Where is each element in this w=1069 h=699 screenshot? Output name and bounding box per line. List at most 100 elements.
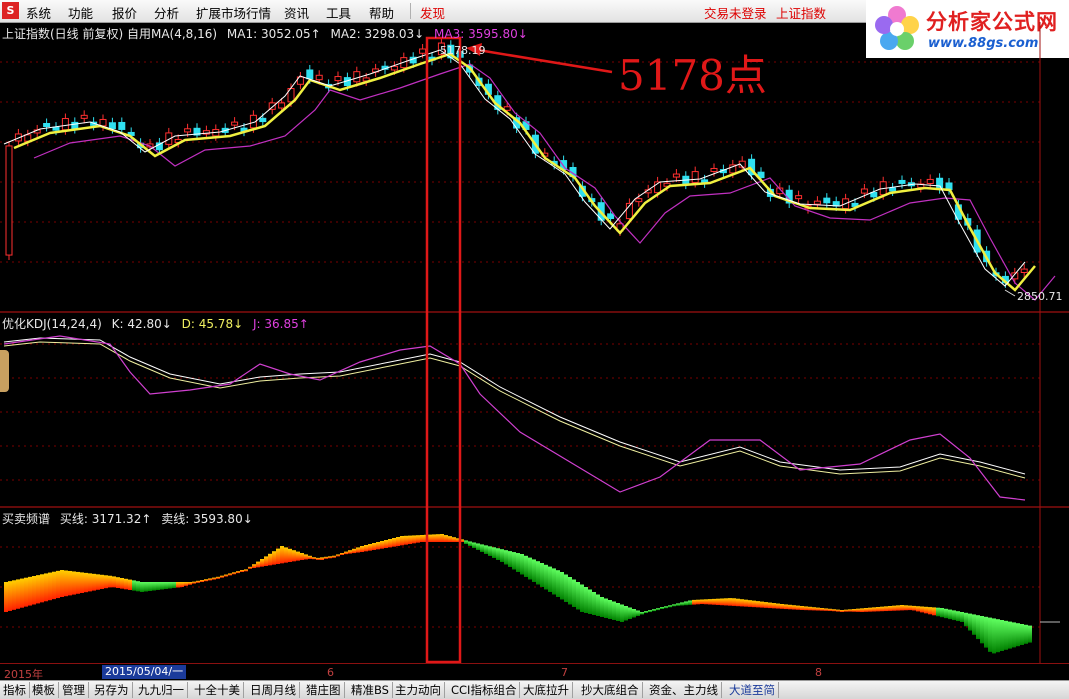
spectrum-bar xyxy=(276,548,280,564)
spectrum-bar xyxy=(520,554,524,575)
toolbar-formula-7[interactable]: CCI指标组合 xyxy=(448,682,521,698)
price-panel-legend: 上证指数(日线 前复权) 自用MA(4,8,16) MA1: 3052.05↑ … xyxy=(2,25,534,42)
toolbar-formula-8[interactable]: 大底拉升 xyxy=(520,682,573,698)
spectrum-bar xyxy=(284,547,288,563)
current-index-link[interactable]: 上证指数 xyxy=(776,3,826,22)
kdj-j-line xyxy=(3,335,1026,501)
spectrum-bar xyxy=(120,578,124,589)
annotation-text: 5178点 xyxy=(618,51,767,100)
candlestick xyxy=(52,126,60,131)
spectrum-bar xyxy=(212,577,216,580)
spectrum-bar xyxy=(612,601,616,620)
spectrum-bar xyxy=(40,574,44,603)
menu-item-discover[interactable]: 发现 xyxy=(420,3,445,22)
spectrum-bar xyxy=(4,582,8,612)
toolbar-formula-6[interactable]: 主力动向 xyxy=(392,682,445,698)
toolbar-indicator[interactable]: 指标 xyxy=(0,682,30,698)
spectrum-bar xyxy=(724,598,728,606)
menu-item-tools[interactable]: 工具 xyxy=(326,3,351,22)
spectrum-bar xyxy=(440,534,444,542)
spectrum-bar xyxy=(808,606,812,611)
spectrum-bar xyxy=(344,551,348,555)
spectrum-bar xyxy=(564,574,568,602)
menu-item-quote[interactable]: 报价 xyxy=(112,3,137,22)
spectrum-bar xyxy=(680,602,684,606)
spectrum-bar xyxy=(196,580,200,583)
spectrum-bar xyxy=(620,604,624,622)
kdj-chart[interactable] xyxy=(3,335,1026,501)
toolbar-formula-9[interactable]: 抄大底组合 xyxy=(578,682,643,698)
spectrum-bar xyxy=(884,606,888,612)
spectrum-bar xyxy=(580,584,584,612)
app-logo-icon[interactable]: S xyxy=(2,2,19,19)
spectrum-bar xyxy=(624,606,628,621)
candlestick xyxy=(80,114,88,119)
spectrum-bar xyxy=(360,546,364,552)
spectrum-bar xyxy=(944,608,948,619)
buy-line-value: 买线: 3171.32↑ xyxy=(59,512,152,526)
spectrum-bar xyxy=(888,606,892,611)
spectrum-bar xyxy=(1016,623,1020,647)
spectrum-bar xyxy=(448,536,452,542)
spectrum-bar xyxy=(392,538,396,547)
spectrum-bar xyxy=(1028,625,1032,643)
spectrum-bar xyxy=(72,571,76,595)
spectrum-bar xyxy=(148,582,152,591)
spectrum-bar xyxy=(268,553,272,566)
toolbar-formula-4[interactable]: 猎庄图 xyxy=(303,682,345,698)
menu-item-system[interactable]: 系统 xyxy=(26,3,51,22)
spectrum-bar xyxy=(992,618,996,654)
toolbar-formula-2[interactable]: 十全十美 xyxy=(191,682,244,698)
candlestick xyxy=(635,198,643,203)
spectrum-bar xyxy=(640,612,644,615)
spectrum-bar xyxy=(684,601,688,606)
toolbar-formula-5[interactable]: 精准BS xyxy=(348,682,393,698)
spectrum-bar xyxy=(988,617,992,652)
toolbar-manage[interactable]: 管理 xyxy=(59,682,89,698)
spectrum-bar xyxy=(452,537,456,542)
spectrum-bar xyxy=(1004,620,1008,650)
spectrum-bar xyxy=(432,534,436,542)
spectrum-bar xyxy=(952,610,956,621)
menu-item-news[interactable]: 资讯 xyxy=(284,3,309,22)
spectrum-panel-title: 买卖频谱 xyxy=(2,512,51,526)
menu-item-help[interactable]: 帮助 xyxy=(369,3,394,22)
spectrum-bar xyxy=(672,604,676,607)
toolbar-formula-11[interactable]: 大道至简 xyxy=(726,682,779,698)
spectrum-bar xyxy=(428,534,432,542)
date-cursor-label: 2015/05/04/一 xyxy=(102,665,187,679)
spectrum-bar xyxy=(748,600,752,607)
candlestick xyxy=(390,65,398,71)
spectrum-bar xyxy=(780,604,784,609)
spectrum-bar xyxy=(768,602,772,609)
spectrum-bar xyxy=(200,580,204,582)
spectrum-bar xyxy=(116,577,120,588)
spectrum-bar xyxy=(592,592,596,615)
menu-item-analysis[interactable]: 分析 xyxy=(154,3,179,22)
toolbar-formula-10[interactable]: 资金、主力线 xyxy=(646,682,722,698)
toolbar-formula-3[interactable]: 日周月线 xyxy=(247,682,300,698)
spectrum-bar xyxy=(464,540,468,544)
spectrum-bar xyxy=(220,575,224,578)
price-chart[interactable] xyxy=(3,38,1056,301)
kdj-k-value: K: 42.80↓ xyxy=(111,317,172,331)
candlestick xyxy=(419,48,427,54)
login-status[interactable]: 交易未登录 xyxy=(704,3,767,22)
spectrum-bar xyxy=(224,574,228,577)
spectrum-bar xyxy=(968,613,972,631)
toolbar-formula-1[interactable]: 九九归一 xyxy=(135,682,188,698)
toolbar-template[interactable]: 模板 xyxy=(29,682,59,698)
kdj-j-value: J: 36.85↑ xyxy=(252,317,309,331)
spectrum-bar xyxy=(636,610,640,616)
candlestick xyxy=(184,128,192,133)
spectrum-bar xyxy=(48,572,52,601)
spectrum-bar xyxy=(864,608,868,612)
sidebar-toggle-handle[interactable] xyxy=(0,350,9,392)
spectrum-bar xyxy=(776,603,780,609)
menu-item-function[interactable]: 功能 xyxy=(68,3,93,22)
candlestick xyxy=(71,121,79,129)
spectrum-bar xyxy=(876,607,880,612)
toolbar-save-as[interactable]: 另存为 xyxy=(91,682,133,698)
spectrum-chart[interactable] xyxy=(4,534,1060,654)
menu-item-extended-market[interactable]: 扩展市场行情 xyxy=(196,3,271,22)
